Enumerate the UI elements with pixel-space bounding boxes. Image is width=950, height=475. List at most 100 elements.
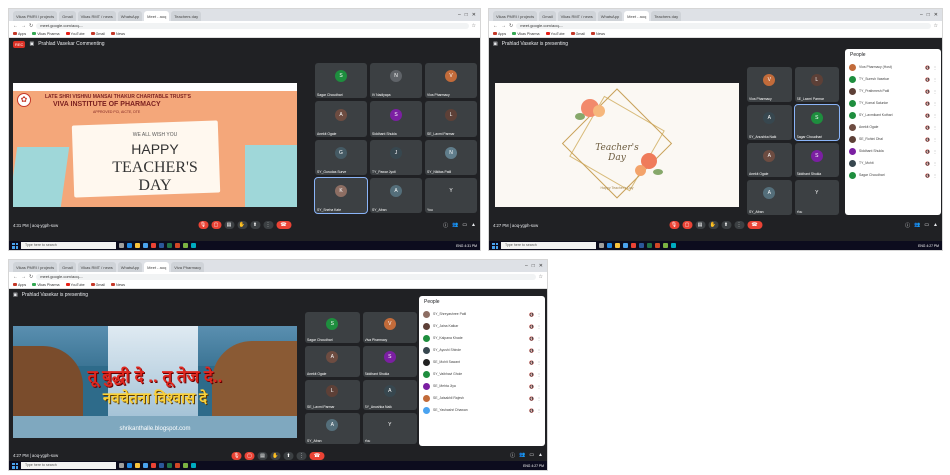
participant-tile[interactable]: S Siddhant Shukla [362,345,417,377]
more-options-icon[interactable]: ⋮ [263,221,273,229]
participant-tile[interactable]: L SE_Laxmi Parmar [305,379,360,411]
people-list-item[interactable]: Siddhant Shukla 🔇 ⋮ [845,145,941,157]
people-list-item[interactable]: SE_Mehta Jiya 🔇 ⋮ [419,380,545,392]
info-icon[interactable]: ⓘ [510,452,515,459]
taskbar-search[interactable]: Type here to search [501,242,596,249]
chrome-icon[interactable] [631,243,636,248]
mic-muted-icon[interactable]: 🔇 [925,101,930,106]
more-options-icon[interactable]: ⋮ [734,221,744,229]
more-options-icon[interactable]: ⋮ [933,77,937,82]
mic-muted-icon[interactable]: 🔇 [925,149,930,154]
browser-tab[interactable]: Vikas RMT / news [557,11,596,21]
browser-tab[interactable]: Vikas RMT / news [77,262,116,272]
mic-muted-icon[interactable]: 🔇 [925,113,930,118]
participant-tile[interactable]: S Sagar Choudhari [315,63,367,99]
forward-icon[interactable]: → [21,23,26,29]
task-view-icon[interactable] [119,463,124,468]
participant-tile[interactable]: L SE_Laxmi Parmar [794,67,839,102]
powerpoint-icon[interactable] [175,463,180,468]
participant-tile[interactable]: N SY_Nikitas Patil [425,139,477,175]
chrome-icon[interactable] [151,243,156,248]
app-icon[interactable] [191,243,196,248]
mic-muted-icon[interactable]: 🔇 [925,89,930,94]
present-icon[interactable]: ⬆ [283,451,294,460]
edge-icon[interactable] [607,243,612,248]
mic-muted-icon[interactable]: 🔇 [925,137,930,142]
close-icon[interactable]: ✕ [539,263,543,269]
people-list-item[interactable]: SE_Rohini Dhal 🔇 ⋮ [845,133,941,145]
mic-muted-icon[interactable]: 🔇 [529,348,534,353]
people-list-item[interactable]: TY_Suresh Vasekar 🔇 ⋮ [845,73,941,85]
raise-hand-icon[interactable]: ✋ [270,451,281,460]
people-list-item[interactable]: Viva Pharmacy (Host) 🔇 ⋮ [845,61,941,73]
reload-icon[interactable]: ↻ [29,274,33,280]
app-icon[interactable] [183,243,188,248]
browser-tab[interactable]: Teachers day [651,11,682,21]
mic-off-icon[interactable]: 🎙 [231,451,242,460]
url-field[interactable]: meet.google.com/aoq-... [516,22,931,29]
start-icon[interactable] [12,462,18,469]
participant-tile[interactable]: J TY_Pawar Jyoti [370,139,422,175]
more-options-icon[interactable]: ⋮ [296,451,307,460]
participant-tile[interactable]: A SY_Afran [305,413,360,444]
browser-tab[interactable]: Gmail [59,11,76,21]
tray-clock[interactable]: ENG 4:27 PM [523,464,544,468]
raise-hand-icon[interactable]: ✋ [708,221,718,229]
store-icon[interactable] [143,463,148,468]
more-options-icon[interactable]: ⋮ [537,396,541,401]
folder-icon[interactable] [135,463,140,468]
start-icon[interactable] [12,242,18,249]
more-options-icon[interactable]: ⋮ [933,173,937,178]
browser-tab[interactable]: Teachers day [171,11,202,21]
browser-tab[interactable]: Vikas RMT / news [77,11,116,21]
start-icon[interactable] [492,242,498,249]
more-options-icon[interactable]: ⋮ [933,161,937,166]
more-options-icon[interactable]: ⋮ [537,336,541,341]
captions-icon[interactable]: ▤ [257,451,268,460]
word-icon[interactable] [159,243,164,248]
browser-tab[interactable]: Vikas PMRI / projects [493,11,538,21]
participant-tile[interactable]: A SY_Anushka Naik [362,379,417,411]
participant-tile[interactable]: G SY_Gurudas Surve [315,139,367,175]
back-icon[interactable]: ← [493,23,498,29]
participant-tile[interactable]: A Anekit Ogale [315,101,367,137]
people-list-item[interactable]: SE_Mohit Sawant 🔇 ⋮ [419,356,545,368]
people-list-item[interactable]: SE_Yashashri Dhawan 🔇 ⋮ [419,404,545,416]
powerpoint-icon[interactable] [655,243,660,248]
mic-muted-icon[interactable]: 🔇 [529,408,534,413]
more-options-icon[interactable]: ⋮ [537,384,541,389]
chat-icon[interactable]: ▭ [924,222,929,229]
browser-tab[interactable]: Gmail [59,262,76,272]
excel-icon[interactable] [167,463,172,468]
bookmark-item[interactable]: YouTube [66,283,85,287]
chrome-icon[interactable] [151,463,156,468]
edge-icon[interactable] [127,463,132,468]
raise-hand-icon[interactable]: ✋ [237,221,247,229]
participant-tile[interactable]: K SY_Sneha Kate [314,176,368,215]
participant-tile[interactable]: A Anekit Ogale [747,142,792,178]
people-list-item[interactable]: TY_Mohit 🔇 ⋮ [845,157,941,169]
participant-tile[interactable]: Y You [794,180,839,215]
browser-tab[interactable]: Viva Pharmacy [171,262,205,272]
more-options-icon[interactable]: ⋮ [537,360,541,365]
browser-tab[interactable]: Vikas PMRI / projects [13,11,58,21]
participant-tile[interactable]: N IV Nadiyapa [370,63,422,99]
maximize-icon[interactable]: □ [465,12,468,18]
excel-icon[interactable] [647,243,652,248]
bookmark-item[interactable]: YouTube [546,32,565,36]
app-icon[interactable] [671,243,676,248]
activities-icon[interactable]: ▲ [933,222,938,229]
more-options-icon[interactable]: ⋮ [933,149,937,154]
leave-call-button[interactable]: ☎ [309,451,325,460]
browser-tab-active[interactable]: Meet - aoq [144,262,170,272]
people-list-item[interactable]: SY_Vaibhavi Ghole 🔇 ⋮ [419,368,545,380]
forward-icon[interactable]: → [501,23,506,29]
leave-call-button[interactable]: ☎ [276,221,291,229]
participant-tile[interactable]: A SY_Anushka Naik [747,104,792,140]
camera-off-icon[interactable]: ▢ [211,221,221,229]
people-icon[interactable]: 👥 [452,222,458,229]
captions-icon[interactable]: ▤ [224,221,234,229]
bookmark-item[interactable]: Apps [13,283,26,287]
maximize-icon[interactable]: □ [532,263,535,269]
more-options-icon[interactable]: ⋮ [537,408,541,413]
